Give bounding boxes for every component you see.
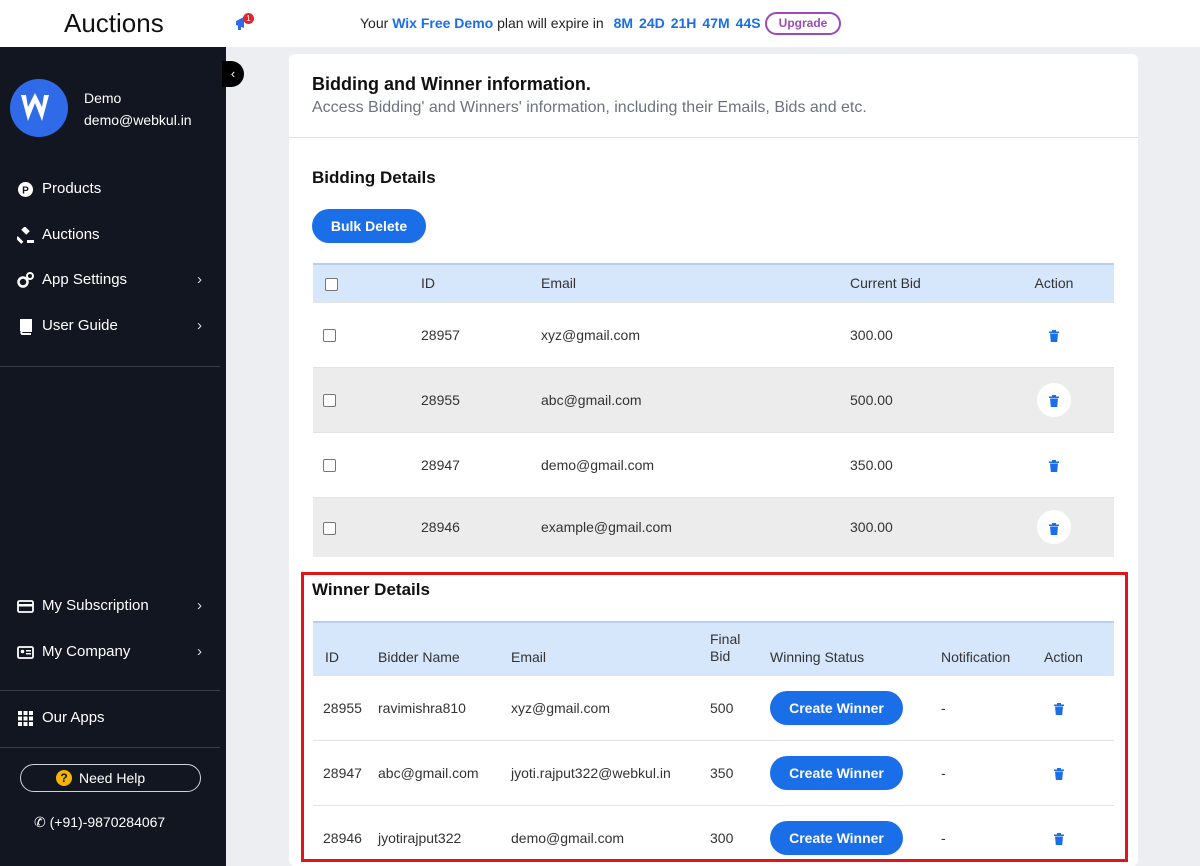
- column-header-id: ID: [421, 263, 541, 302]
- chevron-right-icon: ›: [197, 597, 202, 614]
- page-subtitle: Access Bidding' and Winners' information…: [312, 99, 867, 116]
- plan-middle: plan will expire in: [497, 15, 604, 31]
- grid-icon: [18, 711, 33, 726]
- table-row: 28957 xyz@gmail.com 300.00: [313, 301, 1114, 367]
- sidebar-item-label: User Guide: [42, 317, 118, 334]
- sidebar-divider: [0, 747, 220, 748]
- delete-button[interactable]: [1037, 510, 1071, 545]
- countdown-months: 8M: [613, 15, 634, 31]
- column-header-action: Action: [994, 263, 1114, 302]
- sidebar-item-label: Our Apps: [42, 709, 105, 726]
- bid-email: xyz@gmail.com: [541, 301, 850, 367]
- bid-email: demo@gmail.com: [541, 431, 850, 497]
- delete-button[interactable]: [1037, 382, 1071, 417]
- user-name: Demo: [84, 90, 122, 106]
- column-header-current-bid: Current Bid: [850, 263, 994, 302]
- svg-text:P: P: [22, 186, 29, 197]
- table-row: 28946 example@gmail.com 300.00: [313, 496, 1114, 557]
- sidebar-item-label: My Subscription: [42, 597, 149, 614]
- avatar: [10, 79, 68, 137]
- bid-amount: 500.00: [850, 366, 994, 432]
- bid-amount: 300.00: [850, 496, 994, 557]
- row-checkbox[interactable]: [323, 329, 336, 343]
- row-checkbox[interactable]: [323, 522, 336, 536]
- phone-number: ✆ (+91)-9870284067: [34, 814, 165, 831]
- delete-button[interactable]: [1037, 318, 1071, 352]
- sidebar-item-my-subscription[interactable]: My Subscription ›: [0, 591, 226, 621]
- trash-icon: [1049, 522, 1059, 535]
- sidebar-item-products[interactable]: P Products: [0, 174, 226, 204]
- sidebar-item-user-guide[interactable]: User Guide ›: [0, 311, 226, 341]
- sidebar-divider: [0, 366, 220, 367]
- chevron-right-icon: ›: [197, 643, 202, 660]
- bid-email: abc@gmail.com: [541, 366, 850, 432]
- row-checkbox[interactable]: [323, 459, 336, 473]
- plan-name: Wix Free Demo: [392, 15, 494, 31]
- row-checkbox[interactable]: [323, 394, 336, 408]
- card-header: Bidding and Winner information. Access B…: [289, 54, 1138, 138]
- bid-amount: 350.00: [850, 431, 994, 497]
- sidebar-item-auctions[interactable]: Auctions: [0, 220, 226, 250]
- table-header-row: ID Email Current Bid Action: [313, 263, 1114, 302]
- sidebar-item-label: App Settings: [42, 271, 128, 288]
- collapse-sidebar-button[interactable]: ‹: [222, 61, 244, 87]
- bid-id: 28957: [421, 301, 541, 367]
- countdown-minutes: 47M: [702, 15, 730, 31]
- sidebar: Demo demo@webkul.in P Products Auctions …: [0, 47, 226, 866]
- book-icon: [20, 319, 32, 335]
- sidebar-item-label: My Company: [42, 643, 131, 660]
- bid-amount: 300.00: [850, 301, 994, 367]
- product-icon: P: [18, 182, 33, 197]
- credit-card-icon: [17, 600, 34, 613]
- need-help-label: Need Help: [79, 770, 146, 786]
- table-row: 28955 abc@gmail.com 500.00: [313, 366, 1114, 432]
- bidding-details-title: Bidding Details: [312, 168, 436, 187]
- gears-icon: [17, 272, 34, 288]
- sidebar-item-our-apps[interactable]: Our Apps: [0, 703, 226, 733]
- delete-button[interactable]: [1037, 448, 1071, 482]
- chevron-right-icon: ›: [197, 271, 202, 288]
- countdown-days: 24D: [639, 15, 665, 31]
- column-header-email: Email: [541, 263, 850, 302]
- page-title: Bidding and Winner information.: [312, 74, 591, 94]
- phone-icon: ✆: [34, 814, 46, 830]
- trash-icon: [1049, 329, 1059, 342]
- chevron-right-icon: ›: [197, 317, 202, 334]
- bid-id: 28946: [421, 496, 541, 557]
- sidebar-item-my-company[interactable]: My Company ›: [0, 637, 226, 667]
- top-bar: Auctions 1 Your Wix Free Demo plan will …: [0, 0, 1200, 47]
- countdown-hours: 21H: [670, 15, 697, 31]
- user-email: demo@webkul.in: [84, 112, 192, 128]
- gavel-icon: [17, 227, 34, 244]
- id-card-icon: [17, 646, 34, 659]
- winner-details-highlight: [301, 572, 1128, 862]
- sidebar-divider: [0, 690, 220, 691]
- sidebar-item-app-settings[interactable]: App Settings ›: [0, 265, 226, 295]
- bid-id: 28947: [421, 431, 541, 497]
- sidebar-item-label: Auctions: [42, 226, 100, 243]
- countdown-seconds: 44S: [735, 15, 761, 31]
- bid-id: 28955: [421, 366, 541, 432]
- table-row: 28947 demo@gmail.com 350.00: [313, 431, 1114, 497]
- chevron-left-icon: ‹: [230, 66, 236, 81]
- plan-expiry-message: Your Wix Free Demo plan will expire in 8…: [360, 15, 761, 31]
- bid-email: example@gmail.com: [541, 496, 850, 557]
- plan-prefix: Your: [360, 15, 389, 31]
- sidebar-item-label: Products: [42, 180, 102, 197]
- trash-icon: [1049, 394, 1059, 407]
- upgrade-button[interactable]: Upgrade: [765, 12, 841, 35]
- phone-text: (+91)-9870284067: [49, 814, 166, 830]
- bidding-table: ID Email Current Bid Action 28957 xyz@gm…: [313, 263, 1114, 557]
- app-title: Auctions: [64, 8, 164, 38]
- trash-icon: [1049, 459, 1059, 472]
- need-help-button[interactable]: ? Need Help: [20, 764, 201, 792]
- webkul-logo-icon: [21, 93, 49, 121]
- notification-badge: 1: [243, 13, 254, 24]
- bulk-delete-button[interactable]: Bulk Delete: [312, 209, 426, 243]
- question-icon: ?: [56, 770, 72, 786]
- select-all-checkbox[interactable]: [325, 278, 338, 292]
